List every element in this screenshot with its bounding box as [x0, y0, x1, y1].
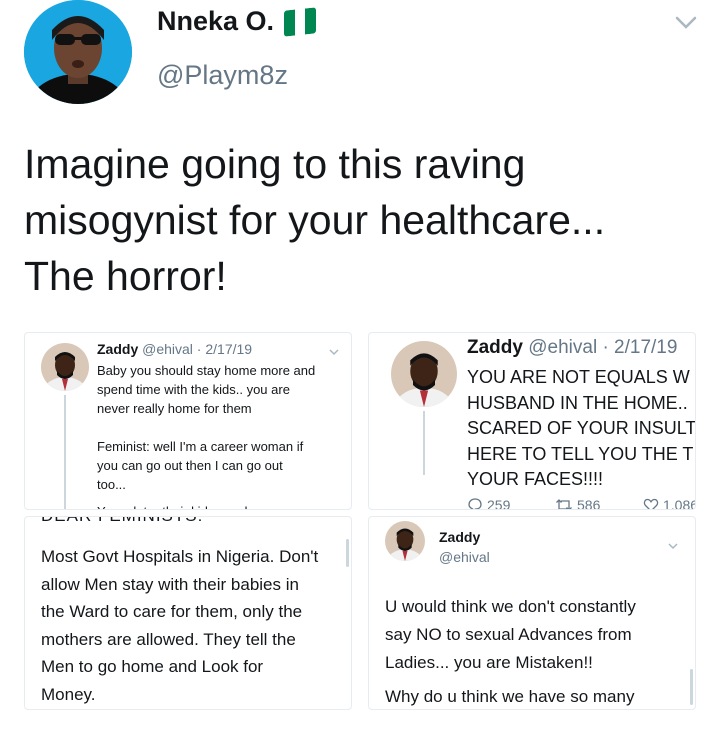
- card-text: YOU ARE NOT EQUALS W HUSBAND IN THE HOME…: [467, 365, 696, 493]
- card-text-line: say NO to sexual Advances from: [385, 625, 632, 644]
- card-text-line: Men to go home and Look for: [41, 657, 264, 676]
- chevron-down-icon[interactable]: [328, 343, 340, 361]
- reply-count: 259: [487, 497, 511, 510]
- card-text-line: HERE TO TELL YOU THE T: [467, 443, 694, 464]
- nigeria-flag-icon: [284, 6, 317, 37]
- card-text-line: Money.: [41, 684, 96, 704]
- tweet-header: Nneka O. @Playm8z: [0, 0, 720, 120]
- card-text-line: the Ward to care for them, only the: [41, 602, 303, 621]
- author-name-text: Zaddy: [97, 341, 139, 357]
- like-count: 1,086: [663, 497, 696, 510]
- tweet-text-line: The horror!: [24, 253, 227, 299]
- scrollbar[interactable]: [346, 539, 349, 567]
- reply-icon: [468, 498, 482, 509]
- card-text-line: SCARED OF YOUR INSULT: [467, 418, 696, 438]
- card-text-line: allow Men stay with their babies in: [41, 574, 299, 594]
- card-text-line: Feminist: well I'm a career woman if: [97, 439, 304, 454]
- scrollbar[interactable]: [690, 669, 693, 705]
- card-text-line: YOU ARE NOT EQUALS W: [467, 367, 690, 387]
- chevron-down-icon[interactable]: [667, 537, 679, 555]
- card-text-line: mothers are allowed. They tell the: [41, 629, 296, 649]
- card-heading-cut: DEAR FEMINISTS:: [41, 517, 203, 526]
- card-text-line: Why do u think we have so many: [385, 687, 635, 706]
- card-text-line: HUSBAND IN THE HOME..: [467, 392, 688, 413]
- like-button[interactable]: 1,086: [643, 497, 696, 510]
- reply-button[interactable]: 259: [467, 497, 511, 510]
- card-text: U would think we don't constantly say NO…: [385, 593, 685, 709]
- user-handle[interactable]: @Playm8z: [157, 60, 288, 91]
- retweet-icon: [556, 499, 572, 509]
- author-name[interactable]: Zaddy @ehival · 2/17/19: [467, 337, 677, 359]
- card-text-line: U would think we don't constantly: [385, 597, 636, 616]
- chevron-down-icon[interactable]: [672, 12, 700, 34]
- card-heading: DEAR FEMINISTS:: [41, 517, 203, 525]
- retweet-count: 586: [577, 497, 601, 510]
- author-handle[interactable]: @ehival: [439, 549, 490, 565]
- profile-avatar[interactable]: [24, 0, 132, 104]
- avatar: [385, 521, 425, 561]
- author-meta: @ehival · 2/17/19: [142, 341, 253, 357]
- retweet-button[interactable]: 586: [555, 497, 601, 510]
- display-name-text: Nneka O.: [157, 6, 275, 36]
- card-text-line: YOUR FACES!!!!: [467, 469, 604, 489]
- screenshot-card-4[interactable]: Zaddy @ehival U would think we don't con…: [368, 516, 696, 710]
- avatar: [391, 341, 457, 407]
- author-name-text: Zaddy: [467, 337, 523, 358]
- card-text-line: you can go out then I can go out: [97, 458, 283, 473]
- tweet-text: Imagine going to this raving misogynist …: [24, 136, 704, 304]
- author-meta: @ehival · 2/17/19: [528, 337, 678, 358]
- card-text: Baby you should stay home more and spend…: [97, 361, 347, 509]
- avatar: [41, 343, 89, 391]
- screenshot-card-3[interactable]: DEAR FEMINISTS: Most Govt Hospitals in N…: [24, 516, 352, 710]
- card-text-line: spend time with the kids.. you are: [97, 382, 290, 397]
- author-name[interactable]: Zaddy: [439, 529, 480, 545]
- screenshot-card-2[interactable]: Zaddy @ehival · 2/17/19 YOU ARE NOT EQUA…: [368, 332, 696, 510]
- card-text-line: Baby you should stay home more and: [97, 363, 316, 378]
- thread-line: [64, 395, 66, 509]
- thread-line: [423, 411, 425, 475]
- screenshot-card-1[interactable]: Zaddy @ehival · 2/17/19 Baby you should …: [24, 332, 352, 510]
- card-text-line: never really home for them: [97, 401, 252, 416]
- card-text-line: Years later their kids are drug: [97, 502, 347, 509]
- card-text-line: too...: [97, 477, 126, 492]
- author-name[interactable]: Zaddy @ehival · 2/17/19: [97, 341, 252, 357]
- card-text-line: Ladies... you are Mistaken!!: [385, 653, 593, 672]
- display-name[interactable]: Nneka O.: [157, 6, 317, 37]
- card-text-line: Most Govt Hospitals in Nigeria. Don't: [41, 547, 319, 566]
- tweet-text-line: Imagine going to this raving: [24, 141, 526, 187]
- tweet-text-line: misogynist for your healthcare...: [24, 197, 606, 243]
- heart-icon: [643, 498, 659, 509]
- card-text: Most Govt Hospitals in Nigeria. Don't al…: [41, 543, 347, 708]
